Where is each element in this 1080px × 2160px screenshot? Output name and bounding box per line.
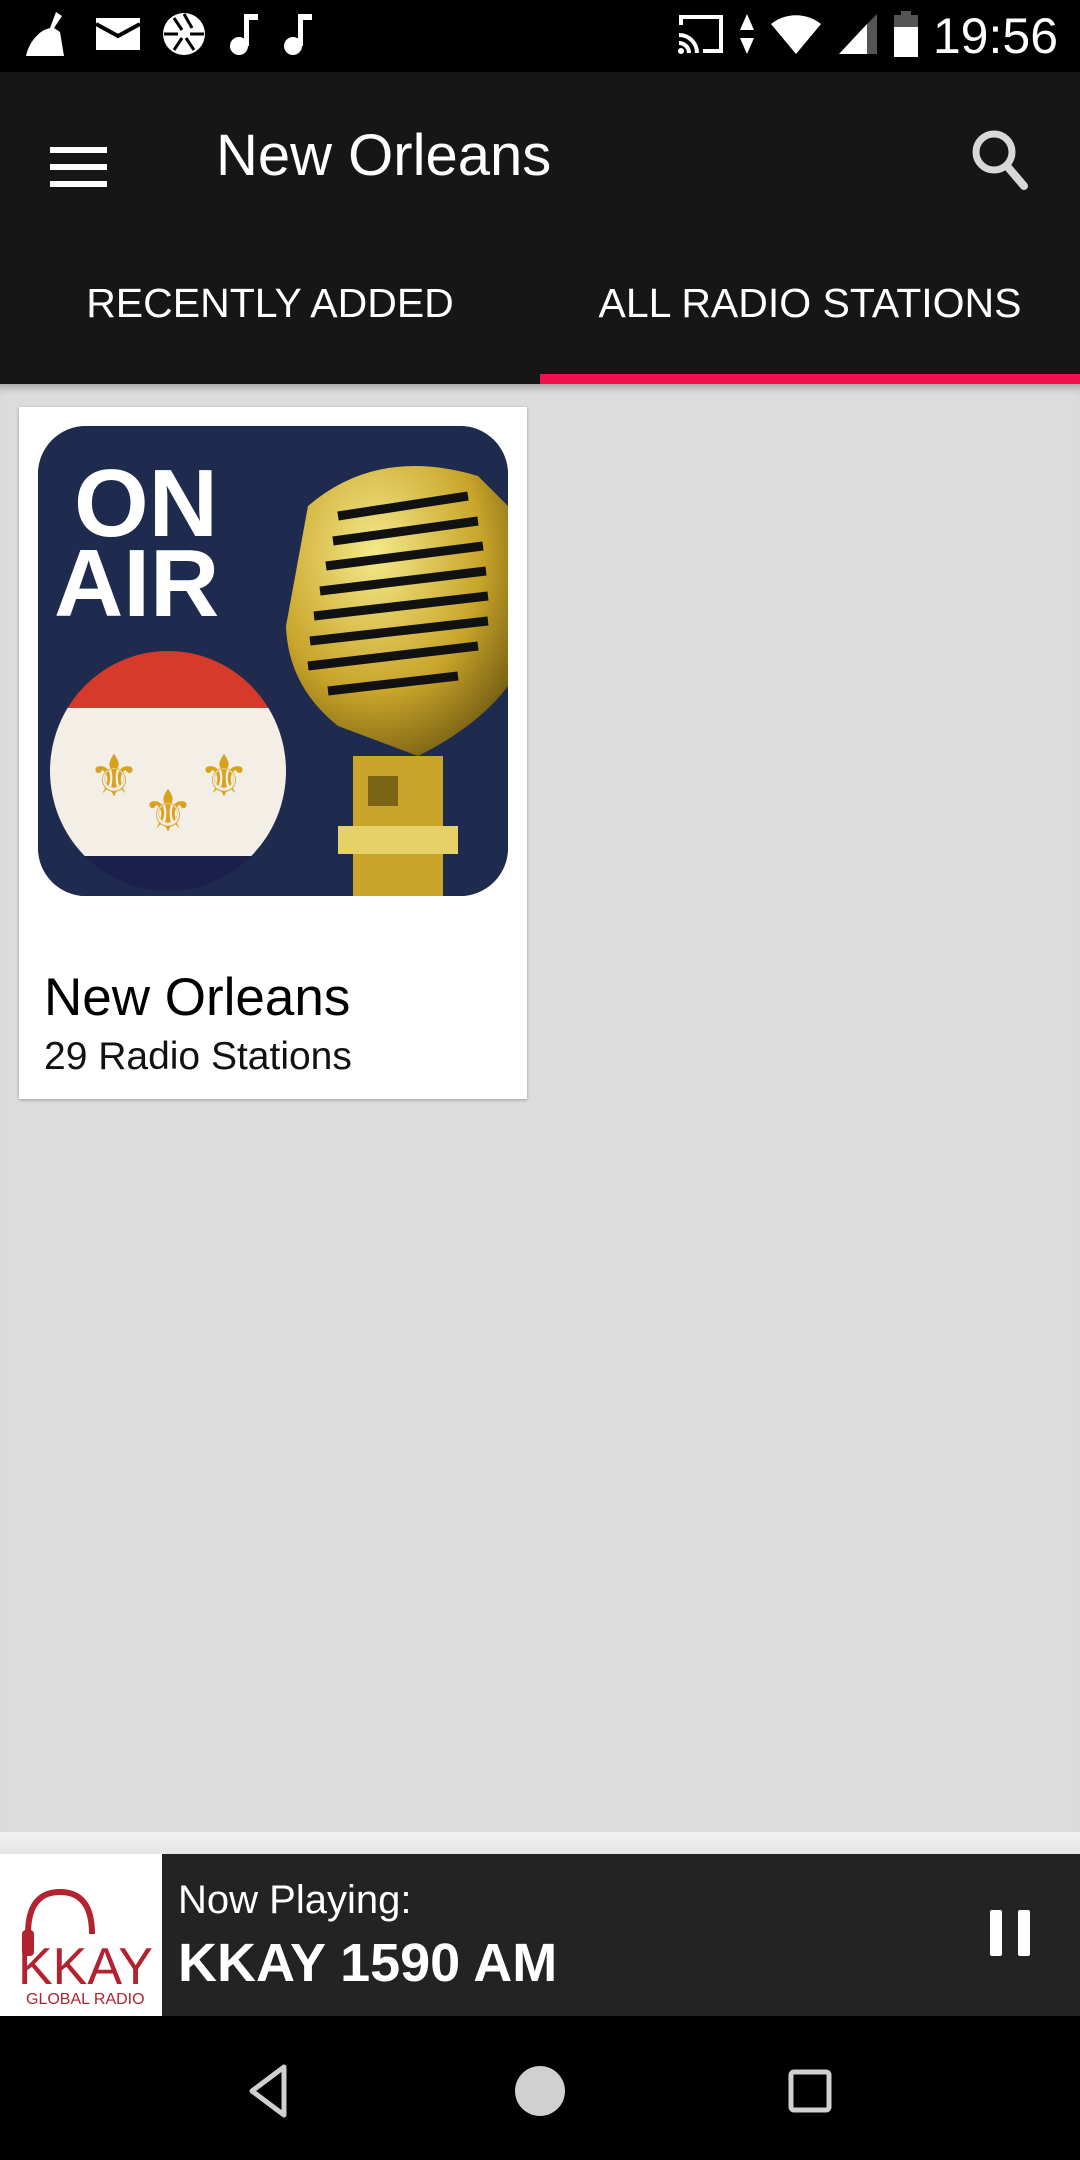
- tab-recently-added[interactable]: RECENTLY ADDED: [0, 240, 540, 384]
- status-bar: 19:56: [0, 0, 1080, 72]
- mail-icon: [95, 16, 141, 57]
- station-logo: KKAY GLOBAL RADIO: [0, 1854, 162, 2016]
- pause-icon[interactable]: [990, 1910, 1030, 1960]
- logo-subtext: GLOBAL RADIO: [26, 1991, 145, 2008]
- card-subtitle: 29 Radio Stations: [44, 1035, 352, 1078]
- now-playing-label: Now Playing:: [178, 1878, 412, 1922]
- system-icons: 19:56: [677, 8, 1058, 64]
- card-title: New Orleans: [44, 968, 351, 1027]
- cleaner-icon: [22, 10, 74, 63]
- data-arrows-icon: [739, 12, 755, 61]
- on-air-microphone-image: ON AIR ⚜ ⚜ ⚜: [38, 426, 508, 896]
- music-note-icon: [228, 12, 260, 61]
- camera-aperture-icon: [162, 12, 206, 61]
- svg-text:⚜: ⚜: [88, 742, 140, 810]
- signal-icon: [837, 12, 879, 61]
- page-title: New Orleans: [216, 123, 552, 188]
- station-group-card[interactable]: ON AIR ⚜ ⚜ ⚜ New Orleans 29 Radio Statio…: [19, 407, 527, 1099]
- music-note-icon: [282, 12, 314, 61]
- system-nav-bar: [0, 2016, 1080, 2160]
- headphones-icon: [25, 1888, 95, 1935]
- search-icon[interactable]: [966, 122, 1036, 202]
- now-playing-divider: [0, 1832, 1080, 1856]
- air-text: AIR: [54, 530, 219, 637]
- tab-bar: RECENTLY ADDED ALL RADIO STATIONS: [0, 240, 1080, 384]
- cast-icon: [677, 13, 725, 60]
- now-playing-station: KKAY 1590 AM: [178, 1933, 558, 1993]
- notification-icons: [22, 10, 314, 62]
- hamburger-menu-icon[interactable]: [50, 132, 120, 202]
- wifi-icon: [769, 12, 823, 61]
- app-bar: New Orleans RECENTLY ADDED ALL RADIO STA…: [0, 72, 1080, 384]
- back-icon[interactable]: [234, 2056, 304, 2126]
- svg-text:⚜: ⚜: [142, 777, 194, 845]
- battery-icon: [893, 10, 919, 62]
- now-playing-bar[interactable]: KKAY GLOBAL RADIO Now Playing: KKAY 1590…: [0, 1854, 1080, 2016]
- tab-all-radio-stations[interactable]: ALL RADIO STATIONS: [540, 240, 1080, 384]
- svg-text:⚜: ⚜: [198, 742, 250, 810]
- clock: 19:56: [932, 8, 1058, 64]
- recents-icon[interactable]: [775, 2056, 845, 2126]
- logo-text: KKAY: [18, 1938, 153, 1996]
- content-area: ON AIR ⚜ ⚜ ⚜ New Orleans 29 Radio Statio…: [0, 384, 1080, 1832]
- card-artwork: ON AIR ⚜ ⚜ ⚜: [38, 426, 508, 896]
- home-icon[interactable]: [505, 2056, 575, 2126]
